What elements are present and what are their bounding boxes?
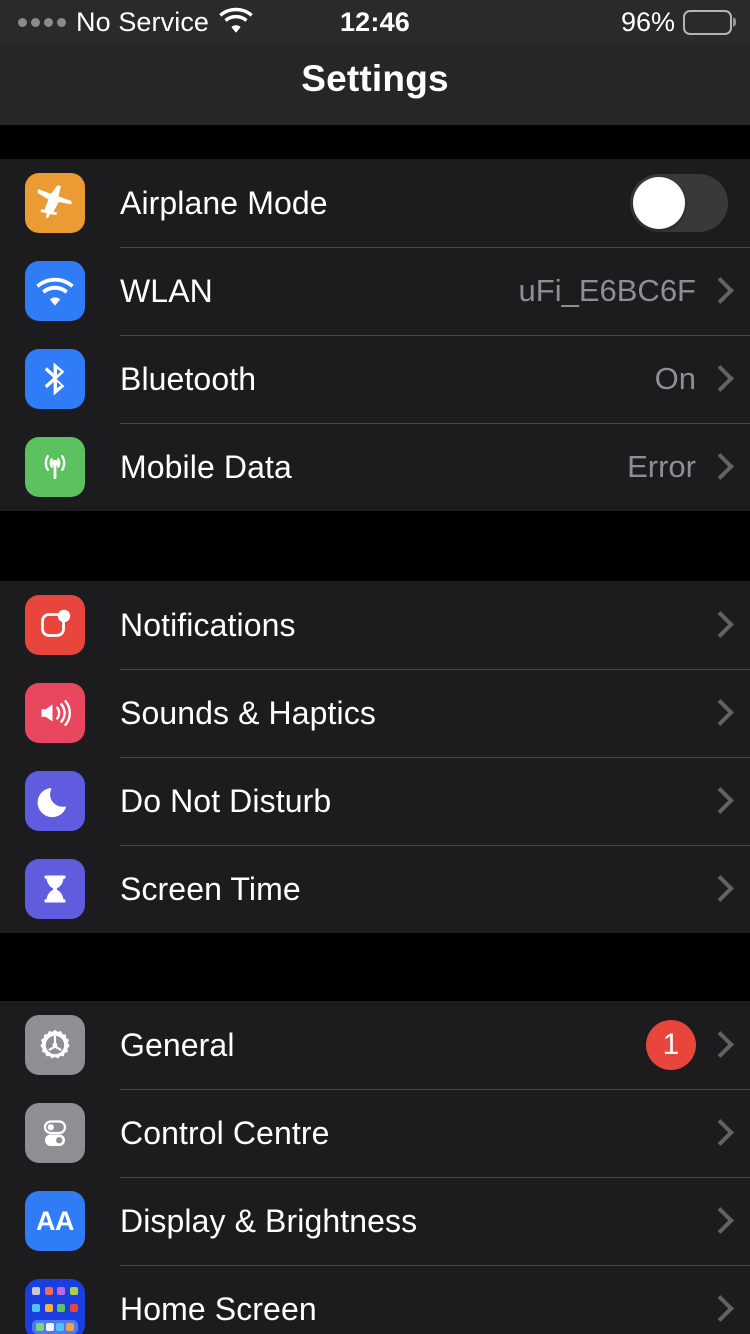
wifi-icon (25, 261, 85, 321)
airplane-icon (25, 173, 85, 233)
row-accessory (710, 609, 728, 641)
row-do-not-disturb[interactable]: Do Not Disturb (0, 757, 750, 845)
control-centre-icon (25, 1103, 85, 1163)
row-bluetooth[interactable]: Bluetooth On (0, 335, 750, 423)
display-brightness-icon: AA (25, 1191, 85, 1251)
row-notifications[interactable]: Notifications (0, 581, 750, 669)
group-spacer (0, 125, 750, 159)
chevron-right-icon (710, 1205, 728, 1237)
row-label: Mobile Data (120, 449, 292, 486)
switch-knob (633, 177, 685, 229)
status-badge: 1 (646, 1020, 696, 1070)
row-accessory: On (655, 361, 728, 397)
carrier-label: No Service (76, 7, 209, 38)
row-display-brightness[interactable]: AA Display & Brightness (0, 1177, 750, 1265)
chevron-right-icon (710, 1029, 728, 1061)
row-screen-time[interactable]: Screen Time (0, 845, 750, 933)
row-label: General (120, 1027, 235, 1064)
chevron-right-icon (710, 451, 728, 483)
mobile-data-icon (25, 437, 85, 497)
row-label: Display & Brightness (120, 1203, 417, 1240)
row-accessory: uFi_E6BC6F (519, 273, 728, 309)
chevron-right-icon (710, 873, 728, 905)
row-home-screen[interactable]: Home Screen (0, 1265, 750, 1334)
row-accessory (710, 1293, 728, 1325)
battery-percent-label: 96% (621, 7, 675, 38)
chevron-right-icon (710, 609, 728, 641)
signal-dots-icon (18, 18, 66, 27)
row-sounds-haptics[interactable]: Sounds & Haptics (0, 669, 750, 757)
settings-group-connectivity: Airplane Mode WLAN uFi_E6BC6F (0, 159, 750, 511)
general-gear-icon (25, 1015, 85, 1075)
row-mobile-data[interactable]: Mobile Data Error (0, 423, 750, 511)
row-general[interactable]: General 1 (0, 1001, 750, 1089)
notifications-icon (25, 595, 85, 655)
row-accessory (710, 1205, 728, 1237)
row-label: Airplane Mode (120, 185, 328, 222)
status-bar-left: No Service (18, 7, 253, 38)
chevron-right-icon (710, 363, 728, 395)
row-label: Control Centre (120, 1115, 330, 1152)
row-accessory (710, 1117, 728, 1149)
chevron-right-icon (710, 785, 728, 817)
row-value: uFi_E6BC6F (519, 273, 696, 309)
aa-glyph: AA (36, 1206, 74, 1237)
row-airplane-mode[interactable]: Airplane Mode (0, 159, 750, 247)
status-bar-right: 96% (621, 7, 732, 38)
settings-group-system: General 1 Control Centre (0, 1001, 750, 1334)
battery-full-icon (683, 10, 732, 35)
row-accessory (710, 785, 728, 817)
airplane-mode-switch[interactable] (630, 174, 728, 232)
group-spacer (0, 511, 750, 581)
chevron-right-icon (710, 1117, 728, 1149)
row-label: Do Not Disturb (120, 783, 331, 820)
home-screen-icon (25, 1279, 85, 1334)
row-label: Screen Time (120, 871, 301, 908)
row-accessory (710, 697, 728, 729)
chevron-right-icon (710, 1293, 728, 1325)
row-accessory: 1 (646, 1020, 728, 1070)
bluetooth-icon (25, 349, 85, 409)
page-title: Settings (301, 58, 449, 100)
row-label: Notifications (120, 607, 296, 644)
screen-time-icon (25, 859, 85, 919)
row-label: Home Screen (120, 1291, 317, 1328)
row-control-centre[interactable]: Control Centre (0, 1089, 750, 1177)
row-value: On (655, 361, 696, 397)
do-not-disturb-icon (25, 771, 85, 831)
home-screen-grid (25, 1279, 85, 1334)
row-wlan[interactable]: WLAN uFi_E6BC6F (0, 247, 750, 335)
chevron-right-icon (710, 697, 728, 729)
chevron-right-icon (710, 275, 728, 307)
settings-screen: No Service 12:46 96% Settings (0, 0, 750, 1334)
group-spacer (0, 933, 750, 1001)
wifi-icon (219, 7, 253, 38)
row-value: Error (627, 449, 696, 485)
row-label: WLAN (120, 273, 213, 310)
row-label: Sounds & Haptics (120, 695, 376, 732)
row-accessory (710, 873, 728, 905)
nav-bar: Settings (0, 44, 750, 125)
row-accessory: Error (627, 449, 728, 485)
sounds-haptics-icon (25, 683, 85, 743)
row-accessory (630, 174, 728, 232)
settings-group-notifications: Notifications Sounds & Haptics (0, 581, 750, 933)
status-bar: No Service 12:46 96% (0, 0, 750, 44)
row-label: Bluetooth (120, 361, 256, 398)
